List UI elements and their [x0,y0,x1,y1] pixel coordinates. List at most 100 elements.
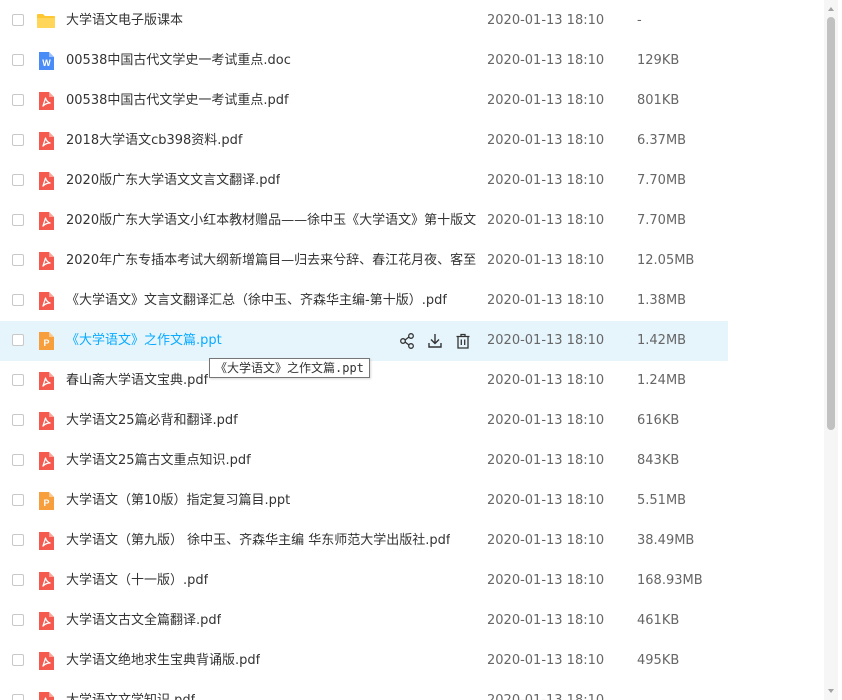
file-name[interactable]: 2020版广东大学语文文言文翻译.pdf [66,172,280,190]
file-select-checkbox[interactable] [12,334,24,346]
folder-icon [37,14,55,28]
scroll-up-arrow-icon[interactable] [824,2,838,16]
file-date: 2020-01-13 18:10 [487,173,605,188]
pdf-file-icon [39,252,54,270]
file-row[interactable]: 2020年广东专插本考试大纲新增篇目—归去来兮辞、春江花月夜、客至.pdf 202… [0,241,728,281]
share-icon[interactable] [398,332,416,350]
file-row[interactable]: 大学语文25篇必背和翻译.pdf 2020-01-13 18:10 616KB [0,401,728,441]
file-row[interactable]: W 00538中国古代文学史一考试重点.doc 2020-01-13 18:10 12… [0,41,728,81]
file-row[interactable]: 大学语文绝地求生宝典背诵版.pdf 2020-01-13 18:10 495KB [0,641,728,681]
file-row[interactable]: 2020版广东大学语文小红本教材赠品——徐中玉《大学语文》第十版文言... 202… [0,201,728,241]
file-row[interactable]: 大学语文电子版课本 2020-01-13 18:10 - [0,1,728,41]
file-date: 2020-01-13 18:10 [487,613,605,628]
file-date: 2020-01-13 18:10 [487,13,605,28]
svg-text:P: P [43,338,49,348]
file-date: 2020-01-13 18:10 [487,692,604,700]
pdf-file-icon [39,172,54,190]
file-select-checkbox[interactable] [12,254,24,266]
file-date: 2020-01-13 18:10 [487,493,605,508]
file-select-checkbox[interactable] [12,694,24,700]
pdf-file-icon [39,612,54,630]
file-name[interactable]: 大学语文绝地求生宝典背诵版.pdf [66,652,260,670]
file-date: 2020-01-13 18:10 [487,293,605,308]
file-size: 1.38MB [637,293,687,308]
file-row[interactable]: 2018大学语文cb398资料.pdf 2020-01-13 18:10 6.37M… [0,121,728,161]
word-file-icon: W [39,52,54,70]
file-name[interactable]: 00538中国古代文学史一考试重点.doc [66,52,291,70]
file-row[interactable]: 大学语文文学知识.pdf 2020-01-13 18:10 [0,681,728,700]
file-name[interactable]: 大学语文文学知识.pdf [66,692,195,700]
file-date: 2020-01-13 18:10 [487,93,605,108]
file-date: 2020-01-13 18:10 [487,453,605,468]
file-select-checkbox[interactable] [12,54,24,66]
file-name[interactable]: 2020版广东大学语文小红本教材赠品——徐中玉《大学语文》第十版文言... [66,212,476,230]
file-row[interactable]: P 大学语文（第10版）指定复习篇目.ppt 2020-01-13 18:10 5.5… [0,481,728,521]
file-date: 2020-01-13 18:10 [487,373,605,388]
file-name[interactable]: 《大学语文》文言文翻译汇总（徐中玉、齐森华主编-第十版）.pdf [66,292,447,310]
file-select-checkbox[interactable] [12,134,24,146]
file-row[interactable]: 大学语文（十一版）.pdf 2020-01-13 18:10 168.93MB [0,561,728,601]
file-row[interactable]: 大学语文（第九版） 徐中玉、齐森华主编 华东师范大学出版社.pdf 2020-01… [0,521,728,561]
file-date: 2020-01-13 18:10 [487,573,605,588]
pdf-file-icon [39,452,54,470]
file-size: 6.37MB [637,133,687,148]
file-row[interactable]: 00538中国古代文学史一考试重点.pdf 2020-01-13 18:10 801… [0,81,728,121]
pdf-file-icon [39,132,54,150]
file-name[interactable]: 大学语文古文全篇翻译.pdf [66,612,221,630]
file-size: 7.70MB [637,213,687,228]
file-select-checkbox[interactable] [12,94,24,106]
file-select-checkbox[interactable] [12,374,24,386]
pdf-file-icon [39,652,54,670]
file-size: 38.49MB [637,533,695,548]
file-row[interactable]: 《大学语文》文言文翻译汇总（徐中玉、齐森华主编-第十版）.pdf 2020-01-… [0,281,728,321]
file-date: 2020-01-13 18:10 [487,53,605,68]
file-select-checkbox[interactable] [12,294,24,306]
file-name[interactable]: 大学语文（第九版） 徐中玉、齐森华主编 华东师范大学出版社.pdf [66,532,450,550]
file-size: 12.05MB [637,253,695,268]
file-select-checkbox[interactable] [12,454,24,466]
file-name[interactable]: 00538中国古代文学史一考试重点.pdf [66,92,289,110]
file-date: 2020-01-13 18:10 [487,653,605,668]
file-size: 1.42MB [637,333,687,348]
file-name[interactable]: 大学语文25篇必背和翻译.pdf [66,412,238,430]
trash-icon[interactable] [454,332,472,350]
powerpoint-file-icon: P [39,492,54,510]
file-select-checkbox[interactable] [12,654,24,666]
file-select-checkbox[interactable] [12,414,24,426]
file-name[interactable]: 《大学语文》之作文篇.ppt [66,332,222,350]
file-date: 2020-01-13 18:10 [487,413,605,428]
file-name[interactable]: 大学语文（十一版）.pdf [66,572,208,590]
file-select-checkbox[interactable] [12,214,24,226]
pdf-file-icon [39,372,54,390]
file-list: 大学语文电子版课本 2020-01-13 18:10 - W 00538中国古代文学史一… [0,0,728,700]
file-size: 5.51MB [637,493,687,508]
file-row[interactable]: 2020版广东大学语文文言文翻译.pdf 2020-01-13 18:10 7.70… [0,161,728,201]
download-icon[interactable] [426,332,444,350]
pdf-file-icon [39,532,54,550]
file-row[interactable]: 大学语文25篇古文重点知识.pdf 2020-01-13 18:10 843KB [0,441,728,481]
file-size: 1.24MB [637,373,687,388]
file-select-checkbox[interactable] [12,534,24,546]
file-select-checkbox[interactable] [12,14,24,26]
file-date: 2020-01-13 18:10 [487,533,605,548]
file-select-checkbox[interactable] [12,614,24,626]
file-select-checkbox[interactable] [12,574,24,586]
file-name[interactable]: 春山斋大学语文宝典.pdf [66,372,208,390]
file-row[interactable]: P 《大学语文》之作文篇.ppt 2020-01-13 18:10 1.42MB [0,321,728,361]
scroll-down-arrow-icon[interactable] [824,684,838,698]
file-size: 843KB [637,453,680,468]
scrollbar-thumb[interactable] [827,17,835,430]
svg-text:P: P [43,498,49,508]
file-date: 2020-01-13 18:10 [487,133,605,148]
file-name[interactable]: 大学语文（第10版）指定复习篇目.ppt [66,492,290,510]
file-row[interactable]: 大学语文古文全篇翻译.pdf 2020-01-13 18:10 461KB [0,601,728,641]
file-size: 461KB [637,613,680,628]
file-name[interactable]: 大学语文25篇古文重点知识.pdf [66,452,251,470]
svg-text:W: W [42,58,51,68]
file-name[interactable]: 大学语文电子版课本 [66,12,183,30]
file-select-checkbox[interactable] [12,494,24,506]
vertical-scrollbar[interactable] [824,0,838,700]
file-select-checkbox[interactable] [12,174,24,186]
file-name[interactable]: 2018大学语文cb398资料.pdf [66,132,243,150]
file-name[interactable]: 2020年广东专插本考试大纲新增篇目—归去来兮辞、春江花月夜、客至.pdf [66,252,476,270]
